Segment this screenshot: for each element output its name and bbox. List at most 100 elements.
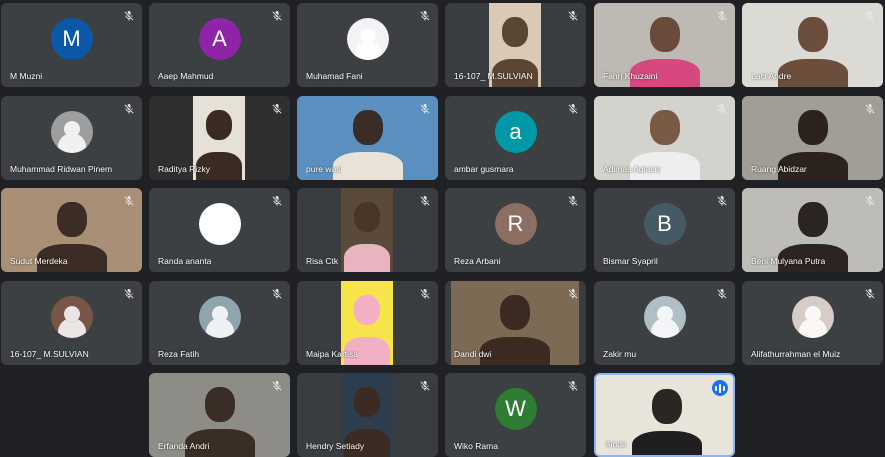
participant-video-head — [354, 202, 380, 232]
participant-tile[interactable]: Maipa Kartisa — [297, 281, 438, 365]
participant-name: Wiko Rama — [454, 441, 498, 451]
participant-tile[interactable]: W Wiko Rama — [445, 373, 586, 457]
participant-tile[interactable]: Alifathurrahman el Muiz — [742, 281, 883, 365]
mic-off-icon — [716, 195, 728, 207]
participant-tile[interactable]: 16-107_ M.SULVIAN — [445, 3, 586, 87]
mic-off-icon — [123, 103, 135, 115]
participant-name: Reza Fatih — [158, 349, 200, 359]
participant-tile[interactable]: Zakir mu — [594, 281, 735, 365]
participant-video-head — [797, 17, 828, 52]
participant-tile[interactable]: Dandi dwi — [445, 281, 586, 365]
mic-off-icon — [864, 288, 876, 300]
participant-tile[interactable]: Erfanda Andri — [149, 373, 290, 457]
participant-name: pure wasi — [306, 164, 343, 174]
participant-tile[interactable]: Beni Mulyana Putra — [742, 188, 883, 272]
mic-off-icon — [864, 103, 876, 115]
participant-video-head — [502, 17, 528, 47]
profile-photo — [198, 296, 241, 339]
mic-off-icon — [567, 10, 579, 22]
mic-off-icon — [864, 10, 876, 22]
mic-off-icon — [271, 380, 283, 392]
participant-name: Reza Arbani — [454, 256, 501, 266]
participant-tile[interactable]: Muhammad Ridwan Pinem — [1, 96, 142, 180]
mic-off-icon — [123, 195, 135, 207]
participant-name: Ruang Abidzar — [751, 164, 807, 174]
participant-video-body — [631, 431, 702, 455]
mic-off-icon — [419, 288, 431, 300]
avatar-initial: R — [494, 203, 537, 246]
avatar-initial: M — [50, 18, 93, 61]
participant-video-head — [206, 110, 232, 140]
mic-off-icon — [271, 103, 283, 115]
participant-video-head — [651, 389, 682, 424]
participant-video-head — [204, 387, 235, 422]
participant-name: Erfanda Andri — [158, 441, 210, 451]
participant-video-head — [797, 110, 828, 145]
participant-tile[interactable]: Reza Fatih — [149, 281, 290, 365]
mic-off-icon — [567, 380, 579, 392]
participant-name: Dandi dwi — [454, 349, 492, 359]
participant-tile[interactable]: A Aaep Mahmud — [149, 3, 290, 87]
participant-tile[interactable]: Laci Andre — [742, 3, 883, 87]
participant-name: Sudut Merdeka — [10, 256, 68, 266]
mic-off-icon — [567, 103, 579, 115]
participant-name: Muhamad Fani — [306, 71, 363, 81]
audio-level-icon — [712, 380, 728, 396]
participant-name: M Muzni — [10, 71, 43, 81]
avatar-initial: W — [494, 388, 537, 431]
participant-name: Maipa Kartisa — [306, 349, 358, 359]
participant-tile[interactable]: Muhamad Fani — [297, 3, 438, 87]
participant-tile[interactable]: Raditya Rizky — [149, 96, 290, 180]
participant-tile[interactable]: Ainda — [594, 373, 735, 457]
participant-tile[interactable]: M M Muzni — [1, 3, 142, 87]
mic-off-icon — [419, 10, 431, 22]
participant-grid: M M Muzni A Aaep Mahmud Muhamad Fani 16-107_ … — [0, 0, 885, 457]
participant-tile[interactable]: Adimas Aglasia — [594, 96, 735, 180]
profile-photo — [643, 296, 686, 339]
mic-off-icon — [716, 288, 728, 300]
participant-name: Raditya Rizky — [158, 164, 210, 174]
participant-name: 16-107_ M.SULVIAN — [454, 71, 533, 81]
participant-video-head — [500, 295, 530, 330]
participant-name: Risa Ctk — [306, 256, 339, 266]
profile-photo-person-icon — [656, 306, 673, 323]
participant-name: Laci Andre — [751, 71, 792, 81]
mic-off-icon — [716, 10, 728, 22]
participant-video-body — [343, 244, 391, 272]
participant-tile[interactable]: Randa ananta — [149, 188, 290, 272]
participant-name: Adimas Aglasia — [603, 164, 662, 174]
participant-name: Zakir mu — [603, 349, 637, 359]
participant-tile[interactable]: a ambar gusmara — [445, 96, 586, 180]
participant-name: Ainda — [605, 439, 627, 449]
participant-tile[interactable]: Ruang Abidzar — [742, 96, 883, 180]
participant-tile[interactable]: R Reza Arbani — [445, 188, 586, 272]
participant-name: Muhammad Ridwan Pinem — [10, 164, 113, 174]
avatar-initial: B — [643, 203, 686, 246]
participant-video-head — [354, 387, 380, 417]
profile-photo — [791, 296, 834, 339]
participant-tile[interactable]: Fahri Khuzaini — [594, 3, 735, 87]
participant-name: Alifathurrahman el Muiz — [751, 349, 841, 359]
participant-name: Beni Mulyana Putra — [751, 256, 826, 266]
participant-video-head — [649, 17, 680, 52]
participant-tile[interactable]: B Bismar Syapril — [594, 188, 735, 272]
participant-video-head — [797, 202, 828, 237]
avatar-initial: a — [494, 111, 537, 154]
participant-video-body — [332, 152, 403, 180]
participant-tile[interactable]: pure wasi — [297, 96, 438, 180]
participant-name: Hendry Setiady — [306, 441, 365, 451]
mic-off-icon — [419, 195, 431, 207]
participant-name: 16-107_ M.SULVIAN — [10, 349, 89, 359]
participant-tile[interactable]: Sudut Merdeka — [1, 188, 142, 272]
participant-tile[interactable]: Hendry Setiady — [297, 373, 438, 457]
participant-tile[interactable]: 16-107_ M.SULVIAN — [1, 281, 142, 365]
participant-tile[interactable]: Risa Ctk — [297, 188, 438, 272]
mic-off-icon — [271, 195, 283, 207]
mic-off-icon — [123, 10, 135, 22]
profile-photo-person-icon — [211, 306, 228, 323]
mic-off-icon — [419, 103, 431, 115]
participant-name: ambar gusmara — [454, 164, 514, 174]
mic-off-icon — [716, 103, 728, 115]
participant-name: Aaep Mahmud — [158, 71, 214, 81]
mic-off-icon — [567, 288, 579, 300]
